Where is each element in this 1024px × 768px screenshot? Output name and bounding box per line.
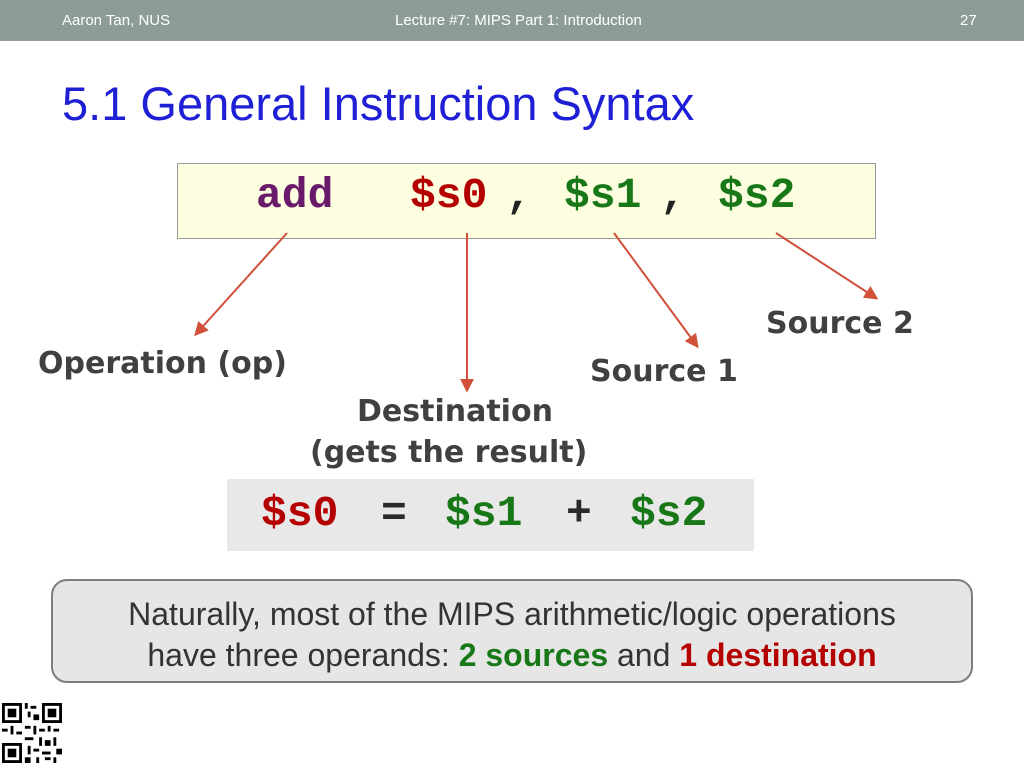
note-line-1: Naturally, most of the MIPS arithmetic/l… [128, 596, 896, 632]
equation-plus: + [566, 489, 592, 538]
arrow-src1 [613, 232, 699, 349]
note-line-2: have three operands: 2 sources and 1 des… [51, 636, 973, 674]
label-source-1: Source 1 [590, 354, 738, 389]
arrow-src2 [775, 232, 879, 300]
label-source-2: Source 2 [766, 306, 914, 341]
label-destination-note: (gets the result) [310, 435, 588, 470]
qr-code-icon [2, 703, 62, 763]
note-and: and [608, 637, 680, 673]
note-sources: 2 sources [458, 637, 609, 673]
label-destination: Destination [357, 394, 553, 429]
equation-src1: $s1 [445, 489, 523, 538]
equation-lhs: $s0 [261, 489, 339, 538]
equation-equals: = [381, 489, 407, 538]
note-prefix: have three operands: [147, 637, 459, 673]
equation-src2: $s2 [630, 489, 708, 538]
note-destination: 1 destination [679, 637, 877, 673]
arrow-op [194, 232, 288, 337]
label-operation: Operation (op) [38, 346, 287, 381]
